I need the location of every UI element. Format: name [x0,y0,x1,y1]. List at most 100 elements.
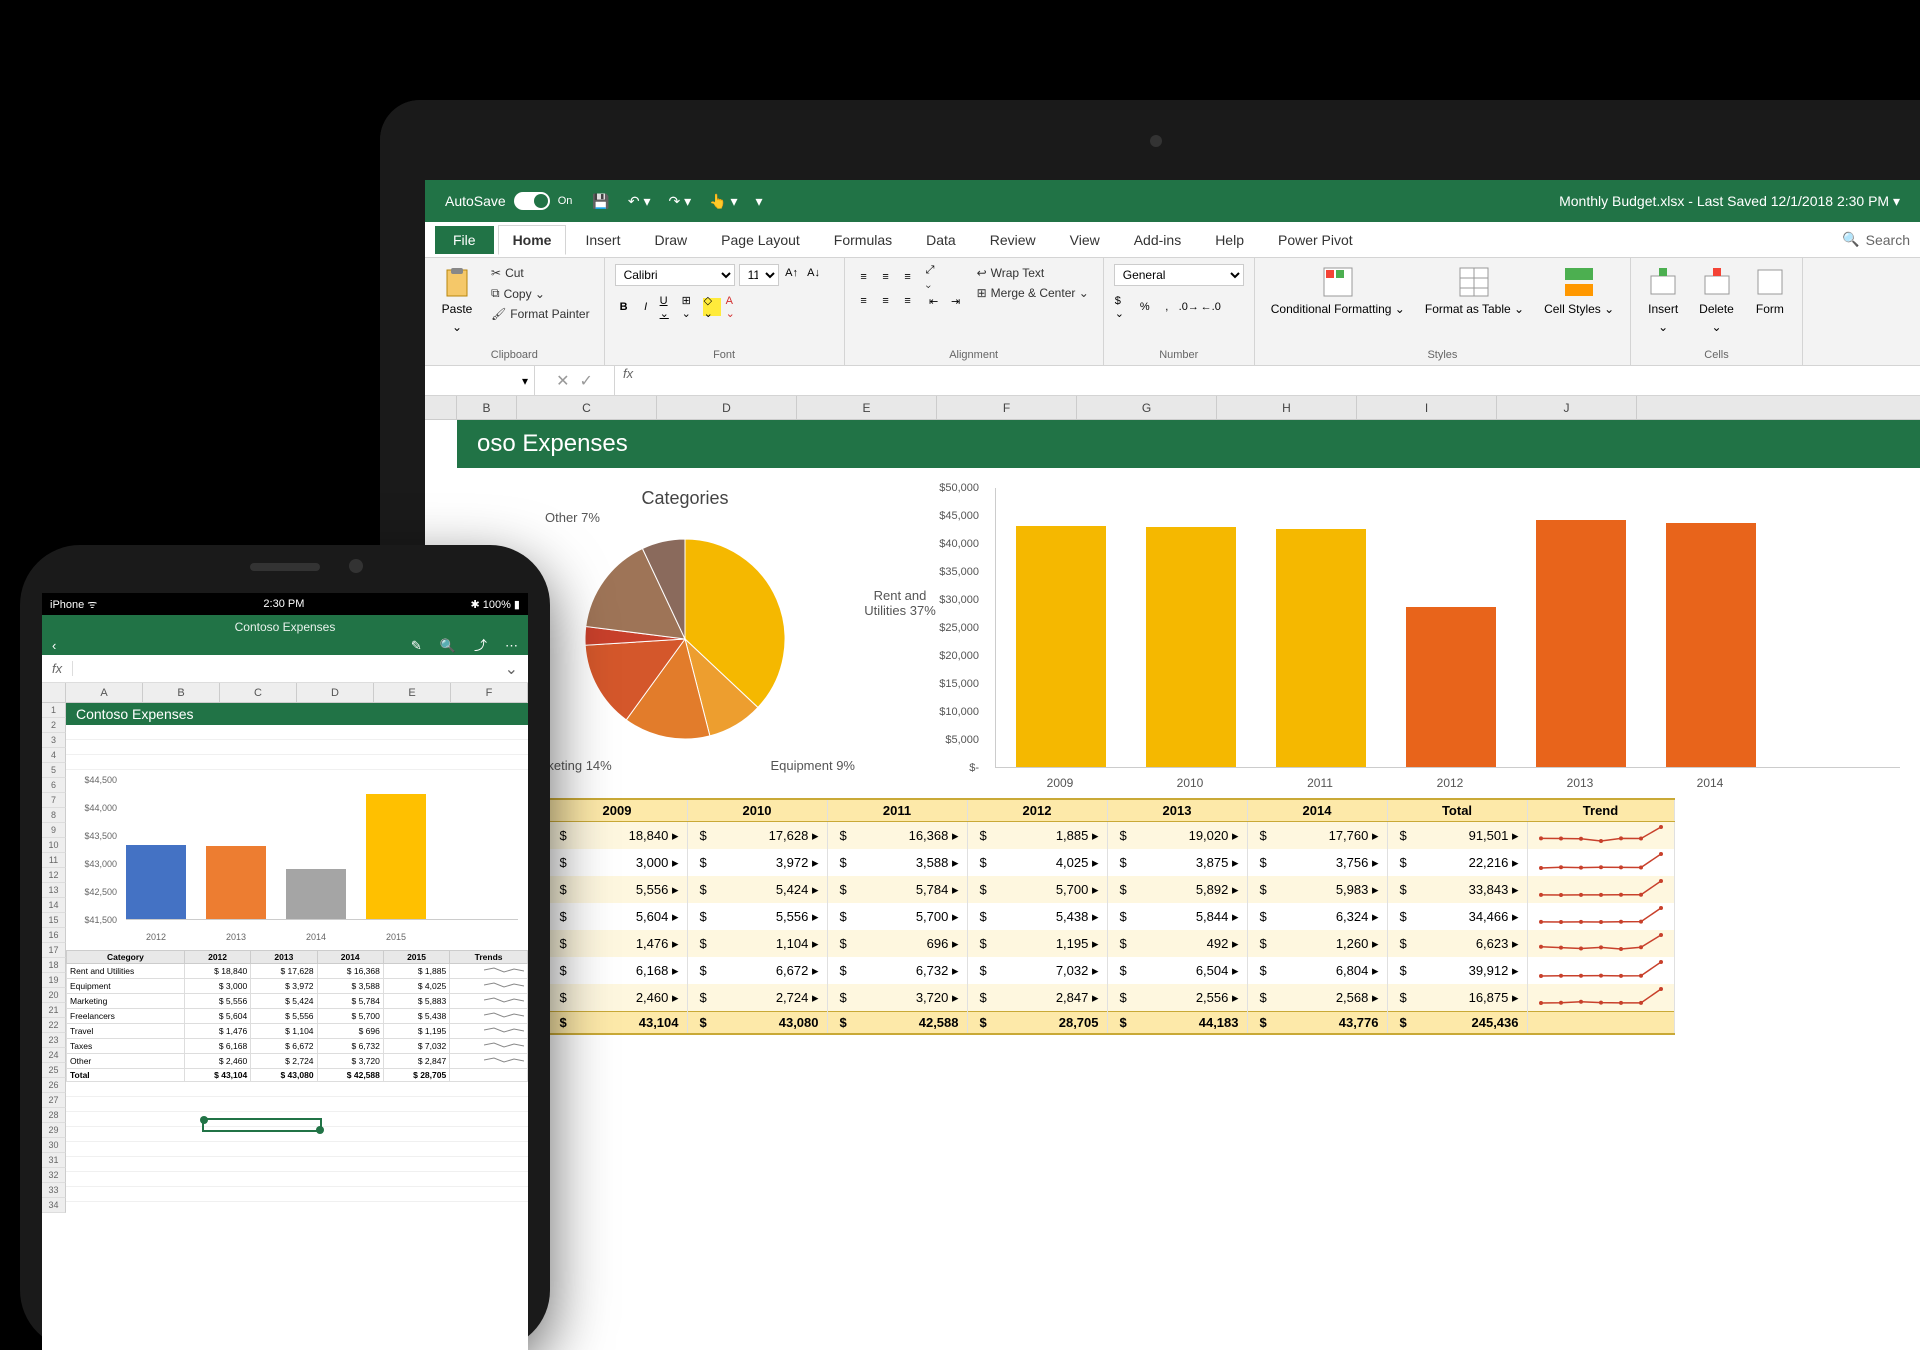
align-right-icon[interactable]: ≡ [899,292,917,310]
redo-icon[interactable]: ↷ ▾ [669,193,692,210]
table-row[interactable]: $2,460 ▸$2,724 ▸$3,720 ▸$2,847 ▸$2,556 ▸… [457,984,1674,1012]
table-row-total[interactable]: $43,104$43,080$42,588$28,705$44,183$43,7… [457,1012,1674,1035]
document-title[interactable]: Monthly Budget.xlsx - Last Saved 12/1/20… [1559,193,1900,210]
tab-insert[interactable]: Insert [570,225,635,255]
phone-col-header[interactable]: A [66,683,143,702]
font-size-select[interactable]: 11 [739,264,779,286]
selection-handle-icon[interactable] [316,1126,324,1134]
table-row[interactable]: $1,476 ▸$1,104 ▸$696 ▸$1,195 ▸$492 ▸$1,2… [457,930,1674,957]
fx-icon[interactable]: fx [615,366,641,395]
table-row[interactable]: $3,000 ▸$3,972 ▸$3,588 ▸$4,025 ▸$3,875 ▸… [457,849,1674,876]
col-header[interactable]: E [797,396,937,419]
col-header[interactable]: H [1217,396,1357,419]
merge-center-button[interactable]: ⊞Merge & Center ⌄ [973,284,1093,302]
decrease-decimal-icon[interactable]: ←.0 [1202,298,1220,316]
orientation-icon[interactable]: ⤢ ⌄ [925,268,943,286]
phone-col-header[interactable]: F [451,683,528,702]
col-header[interactable]: B [457,396,517,419]
accept-formula-icon[interactable]: ✓ [580,371,593,391]
phone-table-row[interactable]: Freelancers$ 5,604$ 5,556$ 5,700$ 5,438 [67,1009,528,1024]
increase-decimal-icon[interactable]: .0→ [1180,298,1198,316]
phone-fx-icon[interactable]: fx [42,661,73,676]
formula-input[interactable] [641,366,1920,395]
align-left-icon[interactable]: ≡ [855,292,873,310]
format-painter-button[interactable]: 🖌Format Painter [487,305,594,323]
name-box[interactable]: ▾ [425,366,535,395]
touch-mode-icon[interactable]: 👆 ▾ [709,193,737,210]
tab-formulas[interactable]: Formulas [819,225,907,255]
copy-button[interactable]: ⧉Copy ⌄ [487,284,594,303]
col-header[interactable]: F [937,396,1077,419]
tab-file[interactable]: File [435,226,494,254]
col-header[interactable]: I [1357,396,1497,419]
font-name-select[interactable]: Calibri [615,264,735,286]
italic-button[interactable]: I [637,298,655,316]
phone-select-all[interactable] [42,683,66,702]
tab-view[interactable]: View [1055,225,1115,255]
format-as-table-button[interactable]: Format as Table ⌄ [1419,264,1530,318]
increase-font-icon[interactable]: A↑ [783,264,801,282]
save-icon[interactable]: 💾 [592,193,609,210]
cell-styles-button[interactable]: Cell Styles ⌄ [1538,264,1620,318]
worksheet[interactable]: oso Expenses Categories Marketing 14% Eq… [425,420,1920,1035]
phone-table-total[interactable]: Total$ 43,104$ 43,080$ 42,588$ 28,705 [67,1069,528,1082]
tab-draw[interactable]: Draw [639,225,702,255]
number-format-select[interactable]: General [1114,264,1244,286]
decrease-indent-icon[interactable]: ⇤ [925,292,943,310]
select-all-corner[interactable] [425,396,457,419]
phone-table-row[interactable]: Marketing$ 5,556$ 5,424$ 5,784$ 5,883 [67,994,528,1009]
increase-indent-icon[interactable]: ⇥ [947,292,965,310]
phone-selection[interactable] [202,1118,322,1132]
tab-review[interactable]: Review [975,225,1051,255]
qat-customize-icon[interactable]: ▾ [756,193,763,210]
col-header[interactable]: J [1497,396,1637,419]
col-header[interactable]: D [657,396,797,419]
share-icon[interactable]: ⤴ [474,634,487,658]
align-center-icon[interactable]: ≡ [877,292,895,310]
tab-data[interactable]: Data [911,225,971,255]
phone-bar-chart[interactable]: $44,500$44,000$43,500$43,000$42,500$41,5… [66,770,528,950]
bar-chart[interactable]: $50,000$45,000$40,000$35,000$30,000$25,0… [925,488,1900,798]
phone-col-header[interactable]: E [374,683,451,702]
bold-button[interactable]: B [615,298,633,316]
tab-addins[interactable]: Add-ins [1119,225,1196,255]
table-row[interactable]: $5,556 ▸$5,424 ▸$5,784 ▸$5,700 ▸$5,892 ▸… [457,876,1674,903]
col-header[interactable]: G [1077,396,1217,419]
ribbon-search[interactable]: 🔍 Search [1842,231,1910,248]
border-button[interactable]: ⊞ ⌄ [681,298,699,316]
phone-table-row[interactable]: Taxes$ 6,168$ 6,672$ 6,732$ 7,032 [67,1039,528,1054]
phone-expense-table[interactable]: Category2012201320142015TrendsRent and U… [66,950,528,1082]
conditional-formatting-button[interactable]: Conditional Formatting ⌄ [1265,264,1411,318]
phone-col-header[interactable]: C [220,683,297,702]
phone-worksheet[interactable]: 1234567891011121314151617181920212223242… [42,703,528,1213]
table-row[interactable]: $6,168 ▸$6,672 ▸$6,732 ▸$7,032 ▸$6,504 ▸… [457,957,1674,984]
delete-cells-button[interactable]: Delete⌄ [1693,264,1740,336]
fill-color-button[interactable]: ◇ ⌄ [703,298,721,316]
cut-button[interactable]: ✂Cut [487,264,594,282]
table-row[interactable]: s$5,604 ▸$5,556 ▸$5,700 ▸$5,438 ▸$5,844 … [457,903,1674,930]
font-color-button[interactable]: A ⌄ [725,298,743,316]
underline-button[interactable]: U ⌄ [659,298,677,316]
tab-power-pivot[interactable]: Power Pivot [1263,225,1368,255]
phone-table-row[interactable]: Equipment$ 3,000$ 3,972$ 3,588$ 4,025 [67,979,528,994]
cancel-formula-icon[interactable]: ✕ [556,371,569,391]
draw-icon[interactable]: ✎ [411,634,422,658]
currency-icon[interactable]: $ ⌄ [1114,298,1132,316]
phone-col-header[interactable]: D [297,683,374,702]
decrease-font-icon[interactable]: A↓ [805,264,823,282]
phone-formula-dropdown-icon[interactable]: ⌄ [495,659,528,679]
col-header[interactable]: C [517,396,657,419]
tab-help[interactable]: Help [1200,225,1259,255]
phone-table-row[interactable]: Rent and Utilities$ 18,840$ 17,628$ 16,3… [67,964,528,979]
align-middle-icon[interactable]: ≡ [877,268,895,286]
back-icon[interactable]: ‹ [52,634,56,658]
phone-table-row[interactable]: Other$ 2,460$ 2,724$ 3,720$ 2,847 [67,1054,528,1069]
phone-col-header[interactable]: B [143,683,220,702]
selection-handle-icon[interactable] [200,1116,208,1124]
table-row[interactable]: Utilities$18,840 ▸$17,628 ▸$16,368 ▸$1,8… [457,822,1674,850]
wrap-text-button[interactable]: ↩Wrap Text [973,264,1093,282]
search-icon[interactable]: 🔍 [440,634,456,658]
insert-cells-button[interactable]: Insert⌄ [1641,264,1685,336]
comma-icon[interactable]: , [1158,298,1176,316]
tab-home[interactable]: Home [498,225,567,255]
